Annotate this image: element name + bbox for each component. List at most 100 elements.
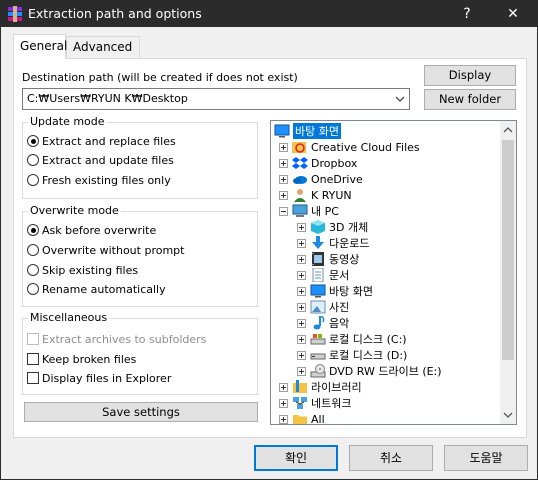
tree-item-label: DVD RW 드라이브 (E:): [329, 365, 442, 378]
expand-icon[interactable]: [297, 254, 306, 264]
help-button[interactable]: 도움말: [444, 445, 528, 471]
expand-icon[interactable]: [279, 398, 288, 408]
chevron-down-icon[interactable]: [395, 92, 405, 106]
display-in-explorer-checkbox[interactable]: Display files in Explorer: [27, 370, 171, 386]
save-settings-button[interactable]: Save settings: [24, 402, 258, 422]
tree-item-onedrive[interactable]: OneDrive: [279, 171, 363, 187]
tree-item-label: Dropbox: [311, 156, 358, 170]
title-bar[interactable]: Extraction path and options ? ✕: [1, 1, 537, 27]
expand-icon[interactable]: [279, 158, 288, 168]
expand-icon[interactable]: [279, 382, 288, 392]
tree-item-dvd-drive[interactable]: DVD RW 드라이브 (E:): [297, 363, 442, 379]
tree-item-label: All: [311, 412, 325, 425]
update-mode-title: Update mode: [28, 115, 107, 128]
tree-item-3d-objects[interactable]: 3D 개체: [297, 219, 368, 235]
expand-icon[interactable]: [297, 334, 306, 344]
overwrite-without-prompt-radio[interactable]: Overwrite without prompt: [27, 242, 184, 258]
extract-update-radio[interactable]: Extract and update files: [27, 152, 174, 168]
expand-icon[interactable]: [297, 318, 306, 328]
winrar-icon: [8, 6, 22, 22]
option-label: Rename automatically: [42, 282, 166, 296]
expand-icon[interactable]: [297, 302, 306, 312]
tree-item-pictures[interactable]: 사진: [297, 299, 349, 315]
cancel-button[interactable]: 취소: [349, 445, 433, 471]
tree-item-creative-cloud[interactable]: Creative Cloud Files: [279, 139, 420, 155]
tree-item-label: OneDrive: [311, 172, 363, 186]
display-button[interactable]: Display: [424, 65, 516, 86]
extract-replace-radio[interactable]: Extract and replace files: [27, 133, 176, 149]
tree-item-this-pc[interactable]: 내 PC: [279, 203, 339, 219]
tree-item-desktop[interactable]: 바탕 화면: [297, 283, 373, 299]
radio-indicator[interactable]: [27, 244, 39, 256]
folder-icon: [293, 415, 307, 424]
expand-icon[interactable]: [297, 270, 306, 280]
pictures-icon: [310, 300, 326, 314]
radio-indicator[interactable]: [27, 154, 39, 166]
tree-item-desktop-root[interactable]: 바탕 화면: [274, 123, 341, 139]
tree-item-label: 동영상: [329, 253, 360, 266]
keep-broken-files-checkbox[interactable]: Keep broken files: [27, 351, 136, 367]
skip-existing-radio[interactable]: Skip existing files: [27, 262, 138, 278]
tree-item-network[interactable]: 네트워크: [279, 395, 351, 411]
expand-icon[interactable]: [297, 222, 306, 232]
checkbox-indicator[interactable]: [27, 372, 39, 384]
expand-icon[interactable]: [297, 238, 306, 248]
option-label: Overwrite without prompt: [42, 243, 185, 257]
tree-item-dropbox[interactable]: Dropbox: [279, 155, 357, 171]
tree-item-local-disk-c[interactable]: 로컬 디스크 (C:): [297, 331, 407, 347]
expand-icon[interactable]: [297, 350, 306, 360]
extract-to-subfolders-checkbox: Extract archives to subfolders: [27, 331, 206, 347]
expand-icon[interactable]: [279, 190, 288, 200]
radio-indicator[interactable]: [27, 264, 39, 276]
pc-icon: [292, 204, 308, 217]
ask-before-overwrite-radio[interactable]: Ask before overwrite: [27, 222, 156, 238]
expand-icon[interactable]: [279, 174, 288, 184]
close-button[interactable]: ✕: [493, 1, 533, 27]
collapse-icon[interactable]: [279, 206, 288, 216]
tree-item-libraries[interactable]: 라이브러리: [279, 379, 362, 395]
expand-icon[interactable]: [297, 366, 306, 376]
new-folder-button[interactable]: New folder: [424, 89, 516, 110]
tree-item-downloads[interactable]: 다운로드: [297, 235, 369, 251]
radio-indicator[interactable]: [27, 174, 39, 186]
tree-item-local-disk-d[interactable]: 로컬 디스크 (D:): [297, 347, 407, 363]
desktop-icon: [310, 284, 326, 298]
option-label: Extract and update files: [42, 153, 174, 167]
help-title-button[interactable]: ?: [447, 1, 487, 27]
expand-icon[interactable]: [279, 142, 288, 152]
radio-indicator[interactable]: [27, 283, 39, 295]
documents-icon: [312, 268, 324, 282]
expand-icon[interactable]: [279, 414, 288, 424]
destination-path-combo[interactable]: C:₩Users₩RYUN K₩Desktop: [22, 88, 410, 110]
tree-item-documents[interactable]: 문서: [297, 267, 349, 283]
scroll-up-arrow-icon[interactable]: [503, 126, 513, 134]
radio-indicator[interactable]: [27, 135, 39, 147]
tree-item-label: 바탕 화면: [293, 123, 341, 139]
tree-scrollbar[interactable]: [500, 121, 516, 424]
local-disk-icon: [310, 353, 326, 360]
general-panel: Destination path (will be created if doe…: [13, 58, 527, 438]
expand-icon[interactable]: [297, 286, 306, 296]
tree-item-label: 바탕 화면: [329, 285, 373, 298]
tree-item-videos[interactable]: 동영상: [297, 251, 359, 267]
window-title: Extraction path and options: [28, 6, 202, 21]
rename-automatically-radio[interactable]: Rename automatically: [27, 281, 166, 297]
radio-indicator[interactable]: [27, 224, 39, 236]
scroll-thumb[interactable]: [502, 140, 514, 360]
tab-strip: General Advanced: [13, 34, 527, 59]
tree-item-label: 문서: [329, 269, 350, 282]
checkbox-indicator[interactable]: [27, 353, 39, 365]
scroll-down-arrow-icon[interactable]: [503, 411, 513, 419]
tab-advanced[interactable]: Advanced: [66, 36, 140, 58]
tree-item-label: 사진: [329, 301, 350, 314]
tree-item-k-ryun[interactable]: K RYUN: [279, 187, 352, 203]
folder-tree[interactable]: 바탕 화면 Creative Cloud Files Dropbox OneDr…: [270, 120, 517, 425]
dialog-window: Extraction path and options ? ✕ General …: [0, 0, 538, 480]
fresh-existing-radio[interactable]: Fresh existing files only: [27, 172, 171, 188]
tree-item-music[interactable]: 음악: [297, 315, 349, 331]
dropbox-icon: [292, 157, 308, 169]
tree-item-all[interactable]: All: [279, 411, 325, 425]
ok-button[interactable]: 확인: [254, 445, 338, 471]
overwrite-mode-group: Overwrite mode Ask before overwrite Over…: [22, 204, 258, 307]
tab-general[interactable]: General: [13, 34, 67, 59]
